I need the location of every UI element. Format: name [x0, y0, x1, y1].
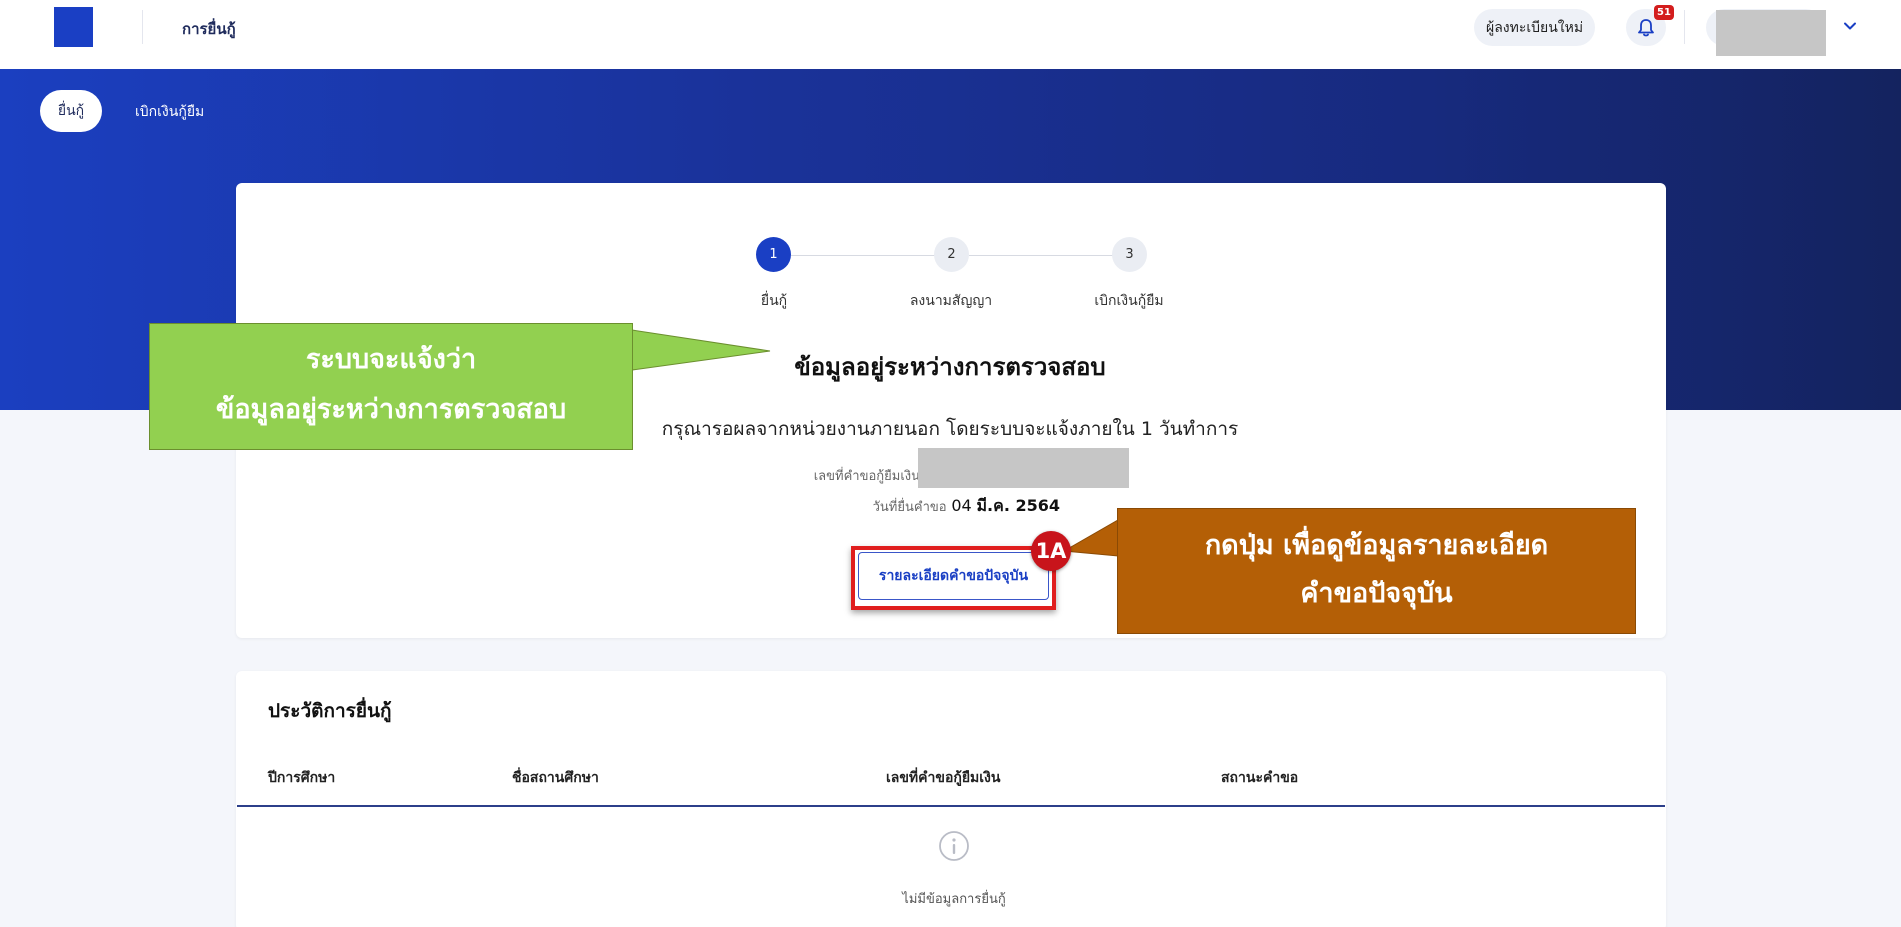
orange-callout-text: กดปุ่ม เพื่อดูข้อมูลรายละเอียด คำขอปัจจุ… [1117, 522, 1636, 618]
column-header-request-status: สถานะคำขอ [1221, 770, 1299, 786]
column-header-request-number: เลขที่คำขอกู้ยืมเงิน [886, 770, 1001, 786]
orange-callout-line-1: กดปุ่ม เพื่อดูข้อมูลรายละเอียด [1204, 530, 1549, 561]
empty-state-text: ไม่มีข้อมูลการยื่นกู้ [902, 892, 1006, 907]
table-header-divider [237, 805, 1665, 807]
history-title: ประวัติการยื่นกู้ [268, 700, 392, 722]
green-callout-pointer [631, 329, 771, 371]
green-callout-text: ระบบจะแจ้งว่า ข้อมูลอยู่ระหว่างการตรวจสอ… [149, 335, 633, 435]
green-callout-line-1: ระบบจะแจ้งว่า [305, 344, 477, 375]
orange-callout-pointer [1062, 519, 1119, 557]
green-callout-line-2: ข้อมูลอยู่ระหว่างการตรวจสอบ [215, 394, 567, 425]
orange-callout-line-2: คำขอปัจจุบัน [1300, 578, 1453, 609]
info-icon [939, 831, 969, 861]
step-marker-badge: 1A [1031, 531, 1071, 571]
column-header-school-name: ชื่อสถานศึกษา [512, 770, 599, 786]
column-header-academic-year: ปีการศึกษา [268, 770, 336, 786]
